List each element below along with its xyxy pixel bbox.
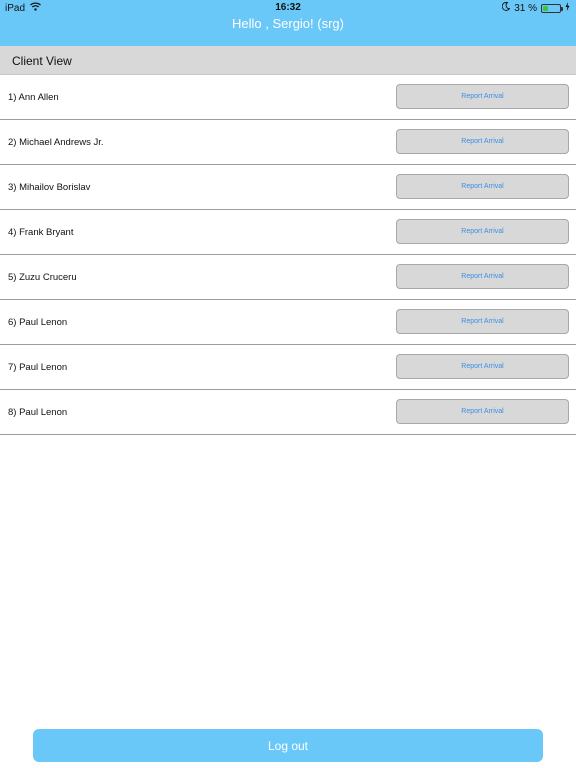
report-arrival-button[interactable]: Report Arrival xyxy=(396,354,569,379)
client-name: 6) Paul Lenon xyxy=(8,317,68,328)
client-name: 4) Frank Bryant xyxy=(8,227,74,238)
report-arrival-button[interactable]: Report Arrival xyxy=(396,309,569,334)
status-bar: iPad 16:32 31 % xyxy=(0,0,576,16)
client-list: 1) Ann Allen Report Arrival 2) Michael A… xyxy=(0,75,576,435)
battery-tip xyxy=(561,6,563,11)
battery-percent: 31 % xyxy=(514,2,537,14)
section-header: Client View xyxy=(0,46,576,75)
client-row: 7) Paul Lenon Report Arrival xyxy=(0,345,576,390)
client-row: 4) Frank Bryant Report Arrival xyxy=(0,210,576,255)
client-row: 3) Mihailov Borislav Report Arrival xyxy=(0,165,576,210)
client-name: 8) Paul Lenon xyxy=(8,407,68,418)
report-arrival-button[interactable]: Report Arrival xyxy=(396,399,569,424)
status-time: 16:32 xyxy=(275,2,301,13)
report-arrival-button[interactable]: Report Arrival xyxy=(396,129,569,154)
client-name: 3) Mihailov Borislav xyxy=(8,182,91,193)
report-arrival-button[interactable]: Report Arrival xyxy=(396,84,569,109)
app-header: iPad 16:32 31 % Hello , Sergio! (srg) xyxy=(0,0,576,46)
report-arrival-button[interactable]: Report Arrival xyxy=(396,174,569,199)
client-row: 2) Michael Andrews Jr. Report Arrival xyxy=(0,120,576,165)
client-name: 5) Zuzu Cruceru xyxy=(8,272,77,283)
client-name: 1) Ann Allen xyxy=(8,92,59,103)
client-row: 5) Zuzu Cruceru Report Arrival xyxy=(0,255,576,300)
logout-button[interactable]: Log out xyxy=(33,729,543,762)
moon-icon xyxy=(501,1,511,14)
greeting-title: Hello , Sergio! (srg) xyxy=(232,16,344,31)
battery-level xyxy=(543,5,548,11)
report-arrival-button[interactable]: Report Arrival xyxy=(396,264,569,289)
client-row: 6) Paul Lenon Report Arrival xyxy=(0,300,576,345)
battery-icon xyxy=(541,3,563,13)
client-name: 2) Michael Andrews Jr. xyxy=(8,137,104,148)
client-row: 1) Ann Allen Report Arrival xyxy=(0,75,576,120)
client-name: 7) Paul Lenon xyxy=(8,362,68,373)
section-title: Client View xyxy=(12,54,72,68)
report-arrival-button[interactable]: Report Arrival xyxy=(396,219,569,244)
charging-icon xyxy=(565,2,570,14)
status-right: 31 % xyxy=(501,1,570,14)
client-row: 8) Paul Lenon Report Arrival xyxy=(0,390,576,435)
